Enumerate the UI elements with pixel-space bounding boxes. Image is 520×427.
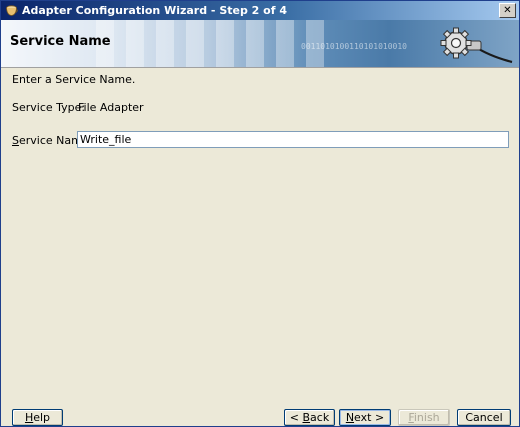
window-title: Adapter Configuration Wizard - Step 2 of…: [22, 4, 287, 17]
header-stripes-decoration: [96, 20, 326, 67]
service-name-input[interactable]: [77, 131, 509, 148]
help-button[interactable]: Help: [12, 409, 63, 426]
service-name-label-mnemonic: S: [12, 134, 19, 147]
cancel-button[interactable]: Cancel: [457, 409, 511, 426]
instruction-text: Enter a Service Name.: [12, 73, 136, 86]
next-button-mnemonic: N: [345, 411, 355, 424]
next-button-label: ext >: [354, 411, 385, 424]
adapter-wizard-window: Adapter Configuration Wizard - Step 2 of…: [0, 0, 520, 427]
gear-plug-icon: [440, 27, 513, 64]
close-button[interactable]: ✕: [499, 3, 516, 18]
close-icon: ✕: [503, 5, 512, 16]
help-button-mnemonic: H: [24, 411, 34, 424]
service-type-label: Service Type:: [12, 101, 86, 114]
back-button-mnemonic: B: [302, 411, 311, 424]
wizard-header-banner: 0011010100110101010010 Service Name: [1, 20, 519, 67]
finish-button-label: inish: [413, 411, 440, 424]
back-button[interactable]: < Back: [284, 409, 335, 426]
help-button-label: elp: [33, 411, 51, 424]
wizard-content: Enter a Service Name. Service Type: File…: [1, 68, 519, 398]
header-binary-decoration: 0011010100110101010010: [301, 42, 407, 51]
next-button[interactable]: Next >: [339, 409, 391, 426]
finish-button: Finish: [398, 409, 450, 426]
app-cup-icon: [6, 5, 18, 16]
page-title: Service Name: [10, 34, 111, 49]
back-button-label: ack: [310, 411, 330, 424]
title-bar[interactable]: Adapter Configuration Wizard - Step 2 of…: [1, 1, 519, 20]
service-type-value: File Adapter: [78, 101, 144, 114]
back-button-prefix: <: [289, 411, 303, 424]
